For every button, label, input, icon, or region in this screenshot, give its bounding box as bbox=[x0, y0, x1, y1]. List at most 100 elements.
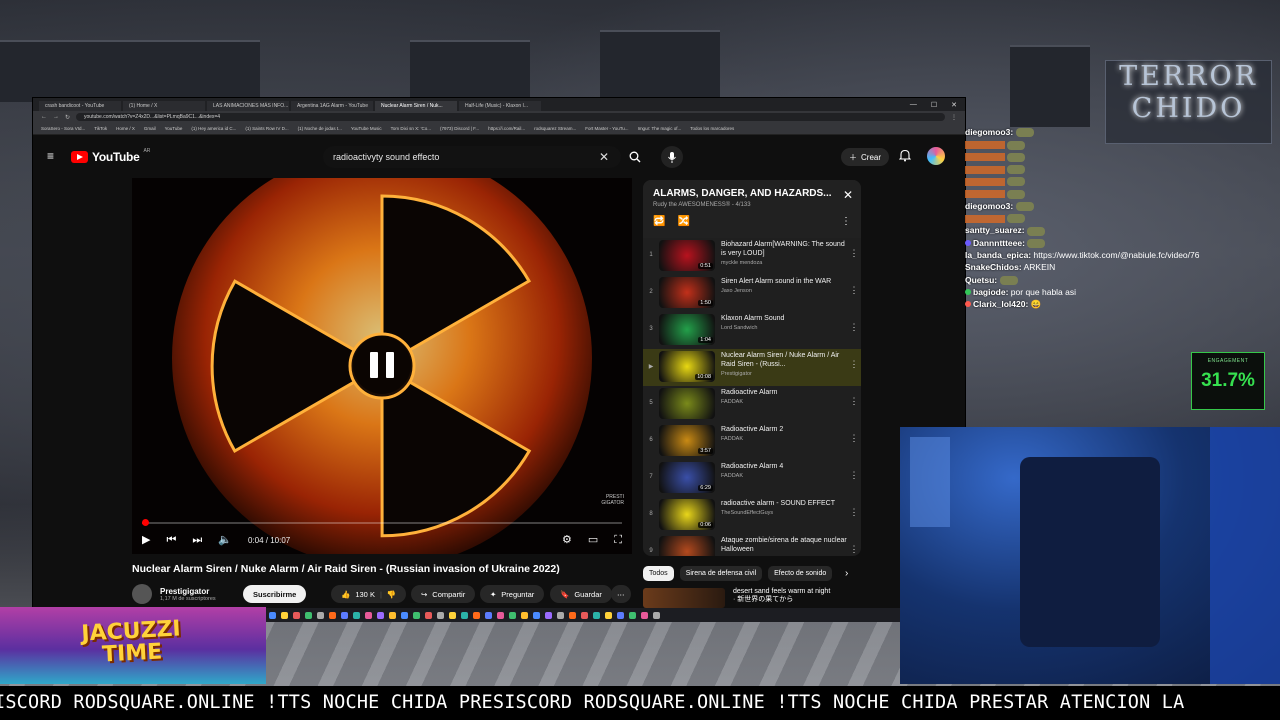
channel-name[interactable]: Prestigigator bbox=[160, 587, 216, 596]
playlist-item[interactable]: 8 0:06 radioactive alarm - SOUND EFFECT The… bbox=[643, 497, 861, 534]
more-actions-button[interactable]: ⋯ bbox=[611, 585, 631, 603]
taskbar-app-icon[interactable] bbox=[593, 611, 600, 619]
back-icon[interactable]: ← bbox=[41, 114, 47, 120]
search-box[interactable]: radioactivyty sound effecto ✕ bbox=[323, 146, 621, 168]
bookmark-item[interactable]: Imgur: The magic of... bbox=[638, 126, 682, 131]
chat-username[interactable]: Quetsu: bbox=[965, 275, 997, 285]
miniplayer-icon[interactable]: ▭ bbox=[588, 534, 598, 546]
clear-search-icon[interactable]: ✕ bbox=[599, 150, 609, 164]
taskbar-app-icon[interactable] bbox=[305, 611, 312, 619]
bookmark-item[interactable]: TikTok bbox=[94, 126, 107, 131]
playlist-item-thumbnail[interactable]: 10:08 bbox=[659, 351, 715, 382]
taskbar-app-icon[interactable] bbox=[653, 611, 660, 619]
extensions-icon[interactable]: ⋮ bbox=[951, 114, 957, 121]
taskbar-app-icon[interactable] bbox=[497, 611, 504, 619]
like-button[interactable]: 👍 130 K | 👎 bbox=[331, 585, 407, 603]
taskbar-app-icon[interactable] bbox=[557, 611, 564, 619]
playlist-item-more-icon[interactable]: ⋮ bbox=[847, 425, 861, 444]
bookmark-item[interactable]: Home / X bbox=[116, 126, 135, 131]
taskbar-app-icon[interactable] bbox=[485, 611, 492, 619]
chat-username[interactable]: bagiode: bbox=[973, 287, 1008, 297]
playlist-item-thumbnail[interactable]: 0:06 bbox=[659, 499, 715, 530]
loop-icon[interactable]: 🔁 bbox=[653, 216, 665, 227]
playlist-item-more-icon[interactable]: ⋮ bbox=[847, 388, 861, 407]
recommended-video[interactable]: desert sand feels warm at night · 新世界の果て… bbox=[643, 588, 845, 608]
taskbar-app-icon[interactable] bbox=[353, 611, 360, 619]
chat-username[interactable]: Dannnttteee: bbox=[973, 238, 1025, 248]
browser-tab[interactable]: LAS ANIMACIONES MÁS INFO... bbox=[207, 101, 289, 111]
taskbar-app-icon[interactable] bbox=[641, 611, 648, 619]
bookmark-item[interactable]: rodsquarez Stream... bbox=[534, 126, 576, 131]
bookmark-item[interactable]: (1) Saints Row IV D... bbox=[245, 126, 288, 131]
notifications-button[interactable] bbox=[898, 149, 912, 167]
chevron-right-icon[interactable]: › bbox=[845, 568, 848, 579]
next-icon[interactable]: ⏭ bbox=[192, 534, 202, 546]
playlist-item-thumbnail[interactable] bbox=[659, 388, 715, 419]
chat-username[interactable]: diegomoo3: bbox=[965, 127, 1013, 137]
playlist-item-thumbnail[interactable]: 2:22 bbox=[659, 536, 715, 556]
search-input[interactable]: radioactivyty sound effecto bbox=[333, 152, 599, 162]
bookmark-item[interactable]: https://i.com/Rail... bbox=[488, 126, 525, 131]
chip-all[interactable]: Todos bbox=[643, 566, 674, 581]
recommended-thumbnail[interactable] bbox=[643, 588, 725, 608]
taskbar-app-icon[interactable] bbox=[629, 611, 636, 619]
playlist-more-icon[interactable]: ⋮ bbox=[841, 216, 851, 227]
taskbar-app-icon[interactable] bbox=[365, 611, 372, 619]
taskbar-app-icon[interactable] bbox=[293, 611, 300, 619]
video-player[interactable]: PRESTI GIGATOR ▶ ⏮ ⏭ 🔈 0:04 / 10:07 ⚙ ▭ … bbox=[132, 178, 632, 554]
taskbar-app-icon[interactable] bbox=[377, 611, 384, 619]
taskbar-app-icon[interactable] bbox=[389, 611, 396, 619]
chat-username[interactable]: Clarix_lol420: bbox=[973, 299, 1028, 309]
share-button[interactable]: ↪ Compartir bbox=[411, 585, 476, 603]
taskbar-app-icon[interactable] bbox=[581, 611, 588, 619]
browser-tab[interactable]: (1) Home / X bbox=[123, 101, 205, 111]
taskbar-app-icon[interactable] bbox=[329, 611, 336, 619]
taskbar-app-icon[interactable] bbox=[341, 611, 348, 619]
url-field[interactable]: youtube.com/watch?v=Z4x2D...&list=PLmqBa… bbox=[76, 113, 945, 121]
pause-button[interactable] bbox=[353, 336, 411, 394]
bookmark-item[interactable]: Tom Dixi sn X: 'Co... bbox=[391, 126, 431, 131]
chip-civil-defense[interactable]: Sirena de defensa civil bbox=[679, 566, 763, 581]
chat-username[interactable]: SnakeChidos: bbox=[965, 262, 1022, 272]
chat-username[interactable]: diegomoo3: bbox=[965, 201, 1013, 211]
bookmark-item[interactable]: YouTube Music bbox=[351, 126, 382, 131]
taskbar-app-icon[interactable] bbox=[413, 611, 420, 619]
taskbar-app-icon[interactable] bbox=[545, 611, 552, 619]
fullscreen-icon[interactable]: ⛶ bbox=[614, 534, 622, 546]
bookmark-item[interactable]: (1) Hey america id C... bbox=[191, 126, 236, 131]
playlist-item-more-icon[interactable]: ⋮ bbox=[847, 536, 861, 555]
playlist-item-thumbnail[interactable]: 1:04 bbox=[659, 314, 715, 345]
playlist-item[interactable]: 6 3:57 Radioactive Alarm 2 FADDAK ⋮ bbox=[643, 423, 861, 460]
playlist-item[interactable]: 2 1:50 Siren Alert Alarm sound in the WAR J… bbox=[643, 275, 861, 312]
close-playlist-icon[interactable]: ✕ bbox=[843, 188, 853, 202]
bookmark-item[interactable]: (1) Noche de jodas t... bbox=[298, 126, 342, 131]
taskbar-app-icon[interactable] bbox=[617, 611, 624, 619]
search-button[interactable] bbox=[623, 146, 647, 168]
taskbar-app-icon[interactable] bbox=[521, 611, 528, 619]
chip-sound-effect[interactable]: Efecto de sonido bbox=[768, 566, 833, 581]
subscribe-button[interactable]: Suscribirme bbox=[243, 585, 307, 603]
channel-avatar[interactable] bbox=[132, 584, 152, 604]
playlist-item-more-icon[interactable]: ⋮ bbox=[847, 462, 861, 481]
save-button[interactable]: 🔖 Guardar bbox=[550, 585, 612, 603]
bookmark-item[interactable]: SoraSero - Sora VId... bbox=[41, 126, 85, 131]
taskbar-app-icon[interactable] bbox=[269, 611, 276, 619]
playlist-item-more-icon[interactable]: ⋮ bbox=[847, 240, 861, 259]
playlist-item[interactable]: 9 2:22 Ataque zombie/sirena de ataque nucl… bbox=[643, 534, 861, 556]
bookmark-item[interactable]: YouTube bbox=[165, 126, 183, 131]
browser-tab-active[interactable]: Nuclear Alarm Siren / Nuk... bbox=[375, 101, 457, 111]
playlist-item-more-icon[interactable]: ⋮ bbox=[847, 314, 861, 333]
playlist-title[interactable]: ALARMS, DANGER, AND HAZARDS... bbox=[653, 188, 833, 199]
taskbar-app-icon[interactable] bbox=[569, 611, 576, 619]
forward-icon[interactable]: → bbox=[53, 114, 59, 120]
volume-icon[interactable]: 🔈 bbox=[218, 534, 232, 546]
ask-button[interactable]: ✦ Preguntar bbox=[480, 585, 545, 603]
taskbar-app-icon[interactable] bbox=[449, 611, 456, 619]
play-icon[interactable]: ▶ bbox=[142, 534, 150, 546]
settings-icon[interactable]: ⚙ bbox=[562, 534, 572, 546]
taskbar-app-icon[interactable] bbox=[317, 611, 324, 619]
maximize-icon[interactable]: ☐ bbox=[931, 101, 937, 109]
taskbar-app-icon[interactable] bbox=[425, 611, 432, 619]
browser-tab[interactable]: Argentina 1AG Alarm - YouTube bbox=[291, 101, 373, 111]
shuffle-icon[interactable]: 🔀 bbox=[677, 216, 689, 227]
